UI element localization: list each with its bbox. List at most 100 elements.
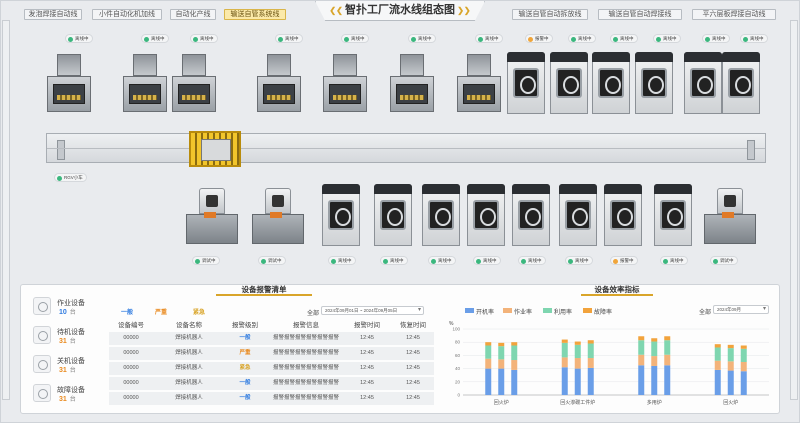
status-dot-icon: [431, 258, 436, 264]
status-dot-icon: [743, 36, 748, 42]
machine-bottom-3[interactable]: [322, 184, 360, 246]
table-row[interactable]: 00000 焊接机器人 一般 报警报警报警报警报警报警 12:45 12:45: [109, 392, 434, 405]
table-row[interactable]: 00000 焊接机器人 一般 报警报警报警报警报警报警 12:45 12:45: [109, 332, 434, 345]
tab-line-0[interactable]: 发泡焊接自动线: [24, 9, 82, 20]
tab-right-0[interactable]: 输送自管自动拆放线: [512, 9, 588, 20]
status-text: 调试中: [720, 258, 734, 263]
machine-bottom-10[interactable]: [654, 184, 692, 246]
level-filter-normal[interactable]: 一般: [121, 307, 133, 316]
table-row[interactable]: 00000 焊接机器人 一般 报警报警报警报警报警报警 12:45 12:45: [109, 377, 434, 390]
bar-segment: [727, 370, 734, 395]
machine-top-5[interactable]: [323, 54, 367, 112]
table-row[interactable]: 00000 焊接机器人 紧急 报警报警报警报警报警报警 12:45 12:45: [109, 362, 434, 375]
table-row[interactable]: 00000 焊接机器人 严重 报警报警报警报警报警报警 12:45 12:45: [109, 347, 434, 360]
machine-status[interactable]: 离线中: [568, 34, 596, 43]
rgv-cart[interactable]: [189, 131, 241, 167]
status-text: 报警中: [535, 36, 549, 41]
bar-segment: [574, 368, 581, 395]
machine-status[interactable]: 报警中: [525, 34, 553, 43]
machine-bottom-6[interactable]: [467, 184, 505, 246]
cell-alarm-time: 12:45: [360, 395, 374, 401]
efficiency-panel-title: 设备效率指标: [581, 284, 653, 296]
machine-bottom-1[interactable]: [186, 188, 238, 244]
machine-status[interactable]: 离线中: [475, 34, 503, 43]
top-navigation: 发泡焊接自动线 小件自动化机加线 自动化产线 输送自管系统线 ❮❮ 智扑工厂流水…: [0, 0, 800, 22]
machine-top-13[interactable]: [722, 52, 760, 114]
machine-bottom-11[interactable]: [704, 188, 756, 244]
machine-status[interactable]: 离线中: [275, 34, 303, 43]
machine-status[interactable]: 离线中: [380, 256, 408, 265]
machine-bottom-7[interactable]: [512, 184, 550, 246]
bar-segment: [740, 362, 747, 372]
bar-segment: [714, 369, 721, 395]
cell-device-id: 00000: [123, 350, 139, 356]
status-text: 离线中: [670, 258, 684, 263]
status-dot-icon: [613, 258, 618, 264]
machine-status[interactable]: 离线中: [65, 34, 93, 43]
status-dot-icon: [344, 36, 349, 42]
alarm-date-range-select[interactable]: 2024年09月01日 ~ 2024年09月05日: [321, 306, 424, 315]
machine-bottom-4[interactable]: [374, 184, 412, 246]
status-text: 离线中: [418, 36, 432, 41]
machine-status[interactable]: 调试中: [710, 256, 738, 265]
machine-status[interactable]: 离线中: [428, 256, 456, 265]
status-text: 离线中: [712, 36, 726, 41]
cell-info: 报警报警报警报警报警报警: [272, 380, 339, 386]
machine-bottom-5[interactable]: [422, 184, 460, 246]
y-tick-label: 20: [455, 379, 461, 384]
machine-status[interactable]: 离线中: [408, 34, 436, 43]
machine-status[interactable]: 离线中: [190, 34, 218, 43]
machine-top-11[interactable]: [635, 52, 673, 114]
machine-status[interactable]: 调试中: [258, 256, 286, 265]
stat-unit: 台: [69, 310, 76, 316]
machine-status[interactable]: 离线中: [141, 34, 169, 43]
machine-status[interactable]: 离线中: [740, 34, 768, 43]
level-filter-severe[interactable]: 严重: [155, 307, 167, 316]
machine-top-8[interactable]: [507, 52, 545, 114]
tab-line-3[interactable]: 输送自管系统线: [224, 9, 286, 20]
machine-status[interactable]: 离线中: [660, 256, 688, 265]
status-dot-icon: [663, 258, 668, 264]
machine-top-2[interactable]: [123, 54, 167, 112]
machine-bottom-9[interactable]: [604, 184, 642, 246]
cell-device-name: 焊接机器人: [175, 395, 203, 401]
machine-status[interactable]: 离线中: [702, 34, 730, 43]
bar-segment: [740, 371, 747, 395]
level-filter-urgent[interactable]: 紧急: [193, 307, 205, 316]
machine-status[interactable]: 离线中: [518, 256, 546, 265]
cell-level: 紧急: [239, 365, 251, 371]
machine-status[interactable]: 离线中: [328, 256, 356, 265]
status-dot-icon: [195, 258, 200, 264]
machine-top-10[interactable]: [592, 52, 630, 114]
bar-segment: [498, 346, 505, 360]
machine-bottom-2[interactable]: [252, 188, 304, 244]
machine-status[interactable]: 调试中: [192, 256, 220, 265]
tab-line-1[interactable]: 小件自动化机加线: [92, 9, 162, 20]
device-icon: [33, 297, 51, 315]
machine-status[interactable]: 离线中: [341, 34, 369, 43]
machine-top-4[interactable]: [257, 54, 301, 112]
machine-status[interactable]: 离线中: [565, 256, 593, 265]
machine-top-12[interactable]: [684, 52, 722, 114]
machine-top-3[interactable]: [172, 54, 216, 112]
machine-status[interactable]: 离线中: [653, 34, 681, 43]
machine-top-9[interactable]: [550, 52, 588, 114]
efficiency-date-select[interactable]: 2024年09月: [713, 305, 769, 314]
machine-status[interactable]: 离线中: [473, 256, 501, 265]
tab-right-2[interactable]: 平六层板焊接自动线: [692, 9, 776, 20]
machine-bottom-8[interactable]: [559, 184, 597, 246]
status-text: 离线中: [575, 258, 589, 263]
stat-number: 31: [59, 338, 67, 345]
bar-segment: [638, 340, 645, 355]
machine-top-6[interactable]: [390, 54, 434, 112]
y-tick-label: 60: [455, 353, 461, 358]
machine-top-7[interactable]: [457, 54, 501, 112]
cell-alarm-time: 12:45: [360, 335, 374, 341]
tab-line-2[interactable]: 自动化产线: [170, 9, 216, 20]
machine-status[interactable]: 离线中: [610, 34, 638, 43]
stat-standby: 待机设备 31 台: [31, 324, 111, 353]
tab-right-1[interactable]: 输送自管自动焊接线: [598, 9, 682, 20]
machine-status[interactable]: 报警中: [610, 256, 638, 265]
machine-top-1[interactable]: [47, 54, 91, 112]
conveyor-status[interactable]: RGV小车: [54, 173, 87, 182]
